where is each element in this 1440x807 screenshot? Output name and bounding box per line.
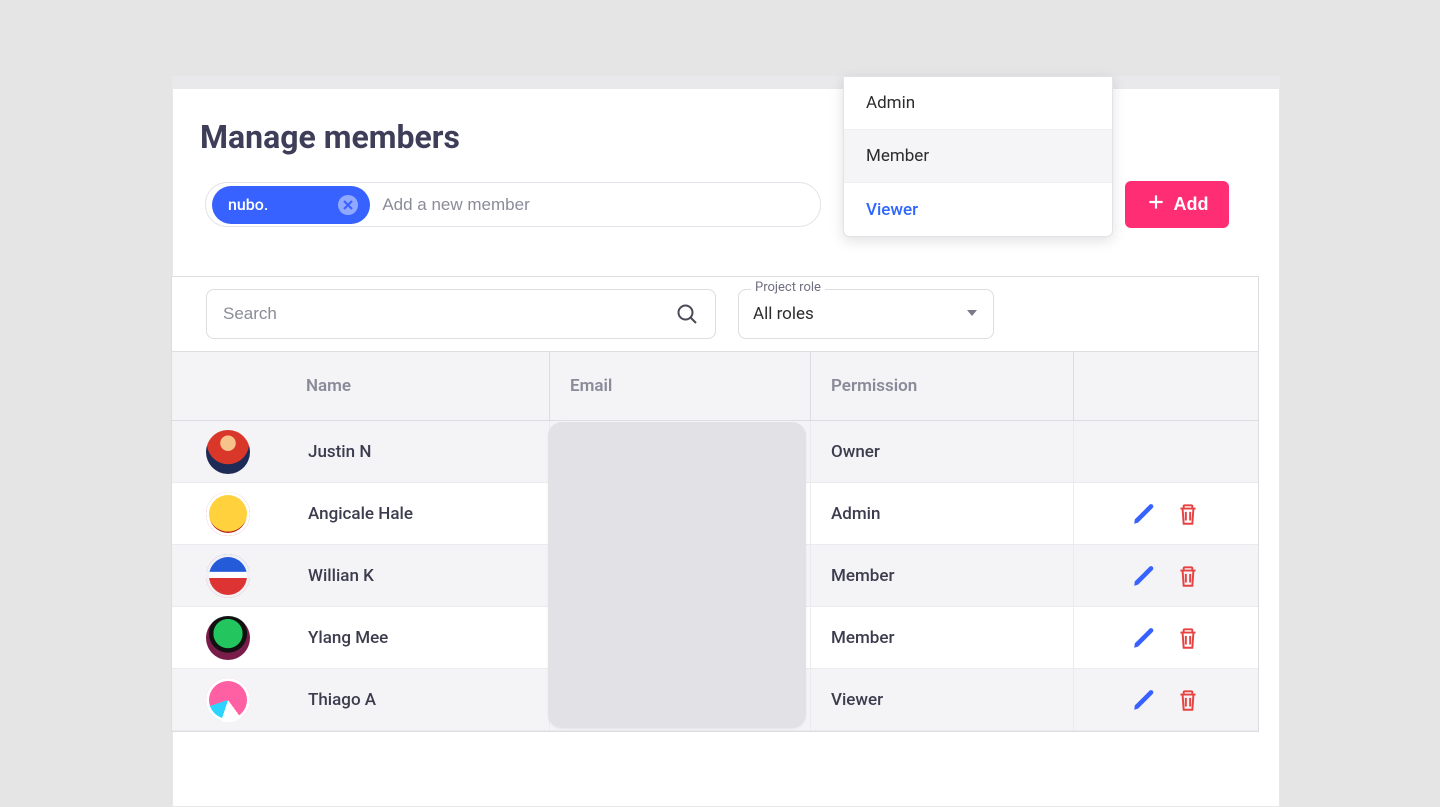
th-email: Email [549,352,810,420]
avatar [206,492,250,536]
delete-icon[interactable] [1175,501,1201,527]
role-dropdown[interactable]: Admin Member Viewer [843,76,1113,237]
search-input-wrap[interactable] [206,289,716,339]
panel-top-strip [172,76,1280,89]
th-permission: Permission [810,352,1073,420]
edit-icon[interactable] [1131,687,1157,713]
member-chip[interactable]: nubo. [212,186,370,224]
avatar [206,678,250,722]
role-filter-value: All roles [753,296,979,332]
delete-icon[interactable] [1175,563,1201,589]
edit-icon[interactable] [1131,563,1157,589]
search-icon [675,302,699,326]
member-name: Thiago A [250,690,376,710]
th-name: Name [172,376,549,396]
email-redaction-overlay [548,422,806,728]
member-permission: Admin [810,483,1073,544]
delete-icon[interactable] [1175,687,1201,713]
role-filter-label: Project role [751,280,825,295]
edit-icon[interactable] [1131,501,1157,527]
delete-icon[interactable] [1175,625,1201,651]
member-permission: Member [810,545,1073,606]
add-member-input[interactable] [382,195,820,215]
search-input[interactable] [223,304,675,324]
filter-row: Project role All roles [172,277,1258,351]
member-permission: Viewer [810,669,1073,730]
member-name: Justin N [250,442,371,462]
role-option-member[interactable]: Member [844,130,1112,183]
role-option-admin[interactable]: Admin [844,77,1112,130]
add-button-label: Add [1174,194,1209,215]
member-name: Angicale Hale [250,504,413,524]
edit-icon[interactable] [1131,625,1157,651]
chip-remove-icon[interactable] [338,195,358,215]
add-button[interactable]: Add [1125,181,1229,228]
member-name: Willian K [250,566,374,586]
page-title: Manage members [200,118,460,156]
role-option-viewer[interactable]: Viewer [844,183,1112,236]
th-actions [1073,352,1258,420]
member-permission: Owner [810,421,1073,482]
member-permission: Member [810,607,1073,668]
avatar [206,430,250,474]
avatar [206,554,250,598]
plus-icon [1146,192,1166,217]
role-filter-select[interactable]: Project role All roles [738,289,994,339]
chevron-down-icon [967,310,977,316]
member-name: Ylang Mee [250,628,388,648]
table-header: Name Email Permission [172,351,1258,421]
add-member-input-wrap[interactable]: nubo. [205,182,821,227]
avatar [206,616,250,660]
member-chip-label: nubo. [228,195,268,214]
